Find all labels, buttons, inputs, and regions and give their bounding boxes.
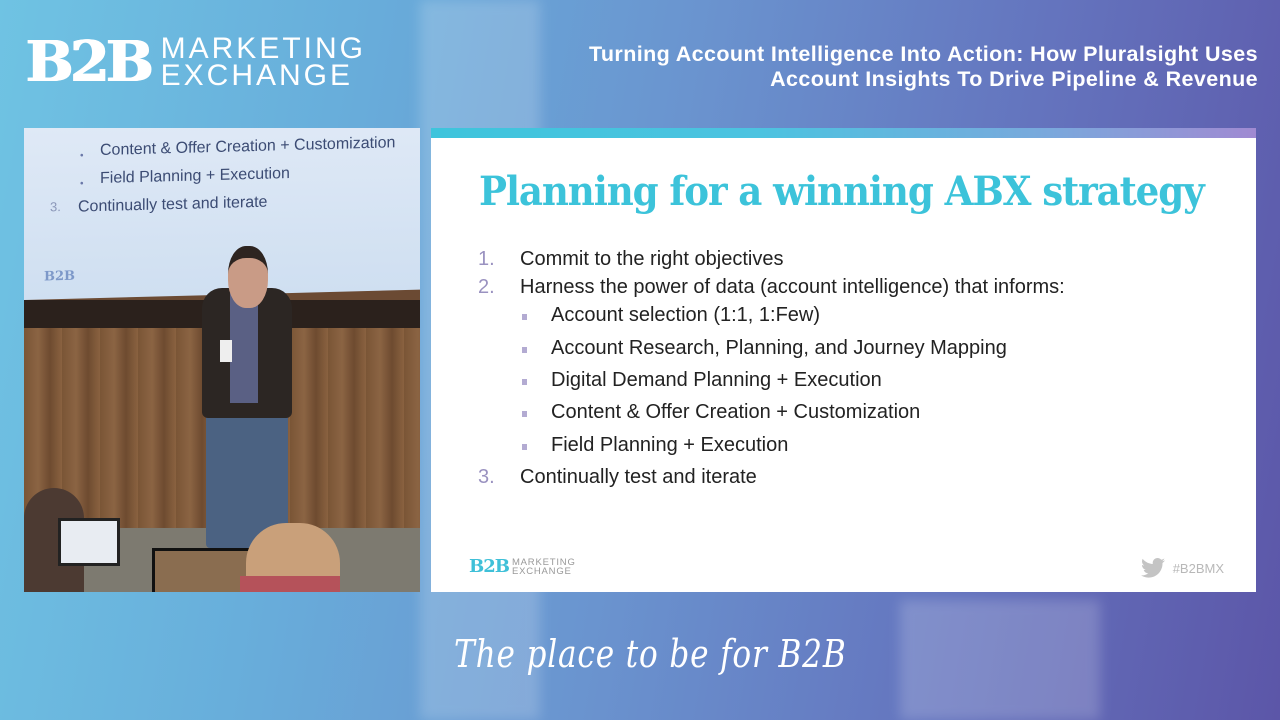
projected-line: Content & Offer Creation + Customization [100,134,396,160]
speaker-shirt [230,293,258,403]
logo-mark: B2B [26,29,154,95]
logo-line-1: MARKETING [160,32,366,65]
square-bullet-icon [522,444,527,450]
slide-footer-logo: B2B MARKETING EXCHANGE [469,556,576,577]
slide-accent-bar [431,128,1256,138]
list-number: 1. [478,248,495,270]
projected-bullet: • [80,150,84,162]
sub-list-text: Field Planning + Execution [551,434,789,456]
list-number: 2. [478,276,495,298]
speaker-head [228,246,268,308]
projected-logo: B2B [44,268,76,285]
talk-title-line-2: Account Insights To Drive Pipeline & Rev… [770,67,1258,91]
footer-logo-line-2: EXCHANGE [511,565,572,577]
twitter-icon [1140,558,1165,578]
square-bullet-icon [522,379,527,385]
footer-logo-mark: B2B [469,556,510,577]
square-bullet-icon [522,411,527,417]
projected-bullet: • [80,178,84,190]
talk-title: Turning Account Intelligence Into Action… [589,42,1258,92]
square-bullet-icon [522,314,527,320]
presentation-slide: Planning for a winning ABX strategy 1. C… [431,128,1256,592]
background-texture [900,600,1100,720]
projected-slide: • Content & Offer Creation + Customizati… [24,128,420,300]
slide-title: Planning for a winning ABX strategy [479,168,1205,215]
list-text: Commit to the right objectives [520,248,784,270]
speaker-badge [220,340,232,362]
event-tagline: The place to be for B2B [454,632,847,676]
sub-list-text: Content & Offer Creation + Customization [551,401,921,423]
projected-line: Field Planning + Execution [100,165,290,188]
projected-number: 3. [50,199,61,215]
sub-list-text: Digital Demand Planning + Execution [551,369,882,391]
hashtag-text: #B2BMX [1172,560,1224,576]
square-bullet-icon [522,347,527,353]
event-hashtag: #B2BMX [1140,558,1224,578]
projected-line: Continually test and iterate [78,193,268,216]
sub-list-text: Account selection (1:1, 1:Few) [551,304,821,326]
logo-line-2: EXCHANGE [160,59,354,92]
audience-member-shirt [240,576,340,592]
audience-chair [152,548,254,592]
footer-logo-wordmark: MARKETING EXCHANGE [511,557,576,577]
list-text: Continually test and iterate [520,466,757,488]
list-number: 3. [478,466,495,488]
sub-list-text: Account Research, Planning, and Journey … [551,337,1007,359]
logo-wordmark: MARKETING EXCHANGE [160,32,366,92]
event-logo: B2B MARKETING EXCHANGE [26,29,366,95]
audience-laptop [58,518,120,566]
list-text: Harness the power of data (account intel… [520,276,1065,298]
talk-title-line-1: Turning Account Intelligence Into Action… [588,42,1258,66]
speaker-video-feed: • Content & Offer Creation + Customizati… [24,128,420,592]
